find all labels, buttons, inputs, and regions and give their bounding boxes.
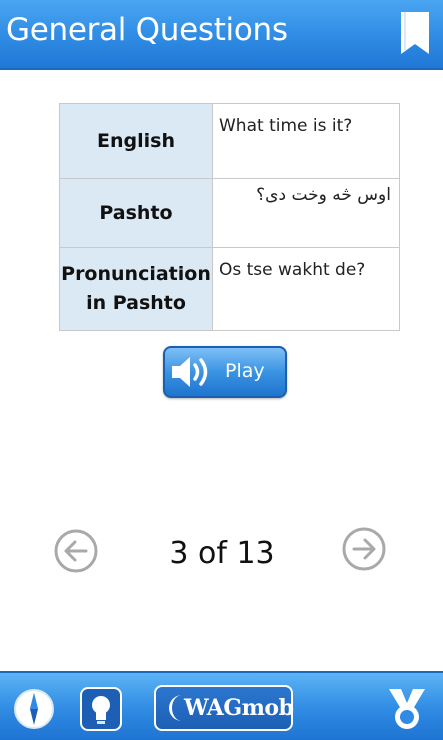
english-value: What time is it?: [212, 103, 400, 179]
table-row: Pronunciation in Pashto Os tse wakht de?: [59, 247, 400, 331]
lightbulb-icon[interactable]: [80, 687, 122, 731]
pronunciation-value: Os tse wakht de?: [212, 247, 400, 331]
page-title: General Questions: [6, 12, 288, 48]
play-label: Play: [225, 360, 265, 382]
wagmob-brand-button[interactable]: WAGmob: [154, 685, 294, 731]
phrase-table: English What time is it? Pashto اوس څه و…: [59, 103, 400, 331]
award-icon[interactable]: [385, 687, 429, 733]
table-row: Pashto اوس څه وخت دی؟: [59, 178, 400, 248]
header-bar: General Questions: [0, 0, 443, 70]
pronunciation-label: Pronunciation in Pashto: [59, 247, 213, 331]
pashto-value: اوس څه وخت دی؟: [212, 178, 400, 248]
speaker-icon: [172, 357, 208, 387]
compass-icon[interactable]: [12, 687, 56, 731]
arrow-right-circle-icon[interactable]: [341, 526, 387, 572]
brand-label: WAGmob: [184, 695, 294, 721]
table-row: English What time is it?: [59, 103, 400, 179]
bookmark-icon[interactable]: [399, 10, 431, 56]
play-button[interactable]: Play: [163, 346, 287, 398]
footer-bar: WAGmob: [0, 671, 443, 740]
pashto-label: Pashto: [59, 178, 213, 248]
page-indicator: 3 of 13: [169, 536, 275, 571]
english-label: English: [59, 103, 213, 179]
arrow-left-circle-icon[interactable]: [53, 528, 99, 574]
